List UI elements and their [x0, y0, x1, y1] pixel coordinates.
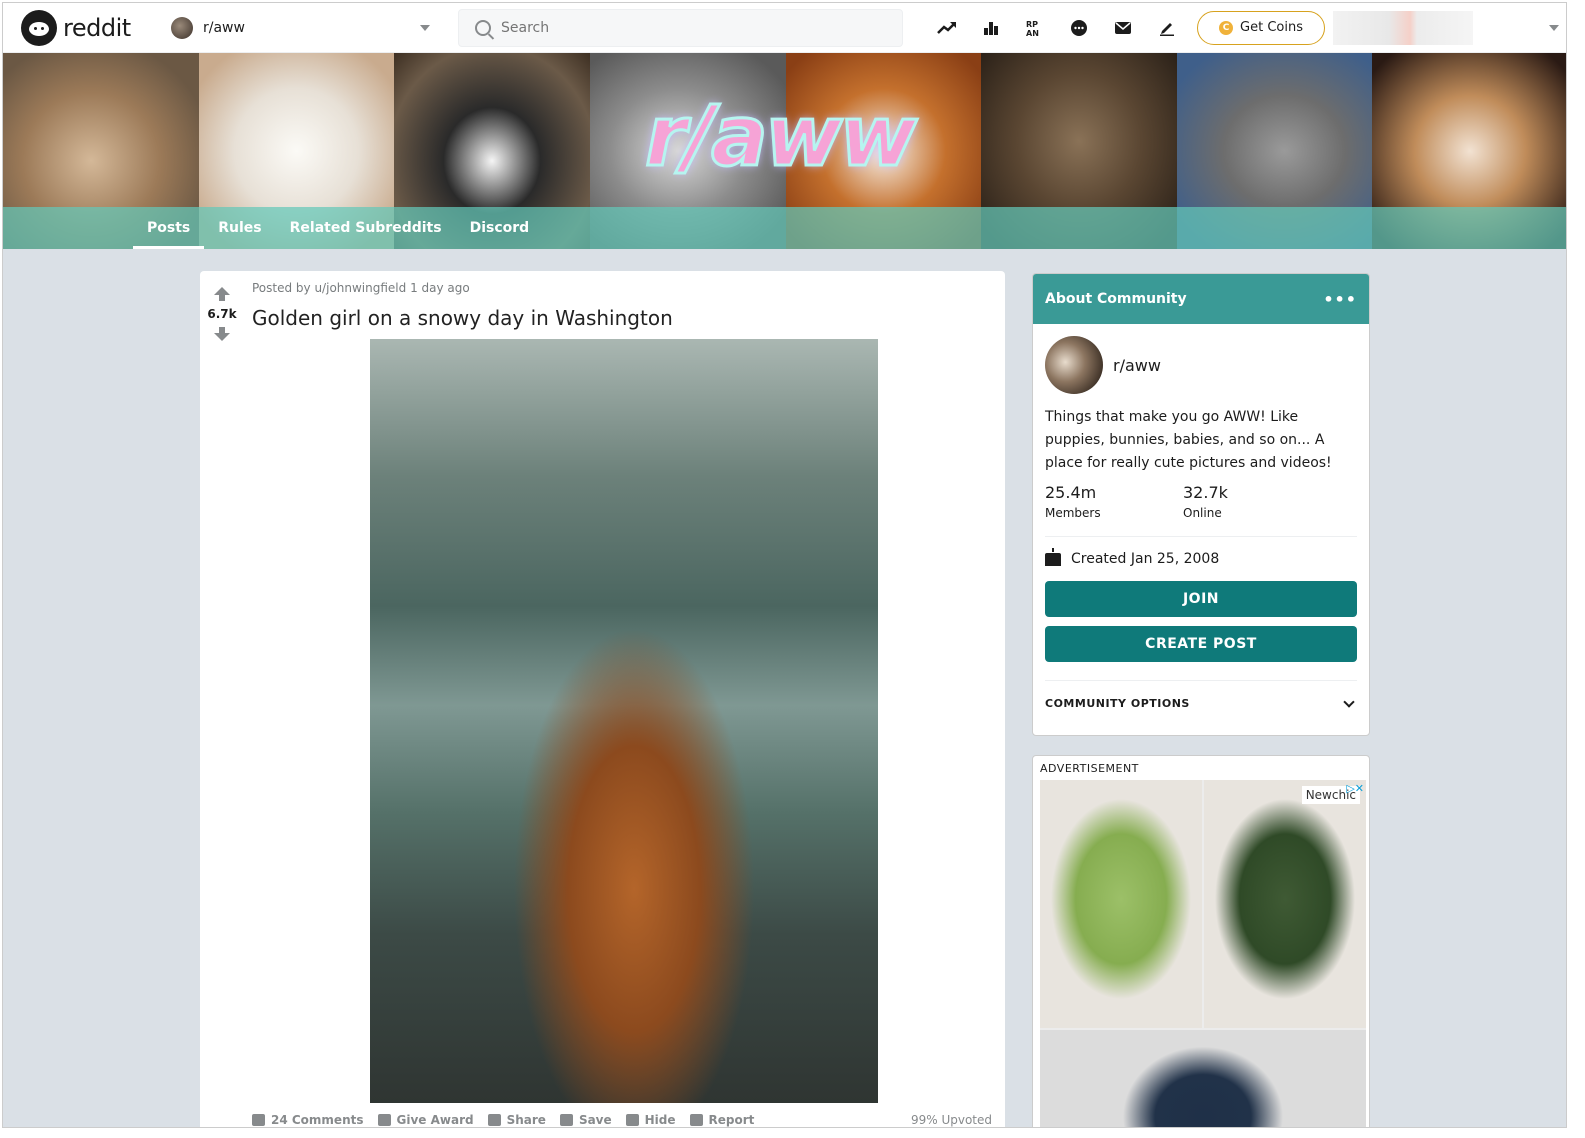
- tab-related-subreddits[interactable]: Related Subreddits: [276, 207, 456, 249]
- online-label: Online: [1183, 506, 1222, 520]
- members-count: 25.4m: [1045, 483, 1097, 502]
- about-community-header: About Community •••: [1033, 274, 1369, 324]
- banner-title: r/aww: [644, 86, 919, 187]
- upvote-icon[interactable]: [214, 287, 230, 295]
- mail-icon[interactable]: [1101, 12, 1145, 44]
- hide-label: Hide: [644, 1113, 676, 1127]
- vote-count: 6.7k: [207, 307, 237, 321]
- more-options-icon[interactable]: •••: [1323, 290, 1357, 309]
- join-button[interactable]: JOIN: [1045, 581, 1357, 617]
- search-input[interactable]: [501, 19, 861, 36]
- tab-posts[interactable]: Posts: [133, 207, 205, 249]
- community-avatar: [171, 16, 193, 39]
- share-icon: [487, 1114, 501, 1126]
- community-options-toggle[interactable]: COMMUNITY OPTIONS: [1045, 680, 1357, 710]
- coin-icon: C: [1219, 20, 1234, 35]
- subreddit-banner: r/aww Posts Rules Related Subreddits Dis…: [3, 53, 1566, 249]
- online-count: 32.7k: [1183, 483, 1228, 502]
- get-coins-button[interactable]: C Get Coins: [1197, 10, 1325, 45]
- subreddit-tabs: Posts Rules Related Subreddits Discord: [133, 207, 543, 249]
- chat-icon[interactable]: [1057, 12, 1101, 44]
- post-meta: Posted by u/johnwingfield 1 day ago: [252, 281, 470, 295]
- about-community-card: About Community ••• r/aww Things that ma…: [1032, 273, 1370, 736]
- dark-green-shirt-image: [1204, 780, 1366, 1028]
- all-icon[interactable]: [969, 12, 1013, 44]
- give-award-button[interactable]: Give Award: [377, 1113, 474, 1127]
- save-icon: [559, 1114, 573, 1126]
- caret-down-icon: [420, 24, 430, 31]
- advertisement-card: ADVERTISEMENT Newchic ▷✕: [1032, 755, 1370, 1127]
- upvoted-percentage: 99% Upvoted: [910, 1113, 992, 1127]
- post-card: 6.7k Posted by u/johnwingfield 1 day ago…: [200, 271, 1005, 1127]
- chevron-down-icon: [1343, 695, 1355, 708]
- share-button[interactable]: Share: [487, 1113, 546, 1127]
- community-avatar-large: [1045, 336, 1103, 394]
- rpan-icon[interactable]: RP AN: [1013, 12, 1057, 44]
- create-post-icon[interactable]: [1145, 12, 1189, 44]
- advertisement-image[interactable]: Newchic ▷✕: [1040, 780, 1366, 1127]
- give-award-label: Give Award: [396, 1113, 474, 1127]
- hide-icon: [625, 1114, 639, 1126]
- popular-icon[interactable]: [925, 12, 969, 44]
- post-image[interactable]: [370, 339, 878, 1103]
- advertisement-label: ADVERTISEMENT: [1040, 762, 1139, 775]
- vote-column: 6.7k: [200, 281, 244, 341]
- subreddit-nav: Posts Rules Related Subreddits Discord: [3, 207, 1566, 249]
- community-options-label: COMMUNITY OPTIONS: [1045, 697, 1190, 710]
- members-label: Members: [1045, 506, 1101, 520]
- green-shirt-image: [1040, 780, 1202, 1028]
- report-label: Report: [708, 1113, 755, 1127]
- community-switcher[interactable]: r/aww: [163, 10, 438, 46]
- gift-icon: [377, 1114, 391, 1126]
- community-description: Things that make you go AWW! Like puppie…: [1045, 409, 1332, 471]
- header-icons: RP AN C Get Coins: [925, 10, 1559, 45]
- community-identity: r/aww: [1045, 336, 1357, 394]
- reddit-alien-icon: [21, 9, 57, 46]
- search-bar[interactable]: [458, 8, 903, 47]
- user-menu[interactable]: [1333, 10, 1473, 45]
- pants-image: [1040, 1030, 1366, 1127]
- share-label: Share: [506, 1113, 546, 1127]
- ad-close-icon[interactable]: ▷✕: [1346, 782, 1364, 795]
- user-menu-caret-icon[interactable]: [1549, 24, 1559, 31]
- members-stat: 25.4m Members: [1045, 483, 1183, 520]
- comment-icon: [252, 1114, 265, 1126]
- hide-button[interactable]: Hide: [625, 1113, 676, 1127]
- save-label: Save: [578, 1113, 612, 1127]
- flag-icon: [689, 1114, 703, 1126]
- divider: [1045, 536, 1357, 537]
- svg-text:RP: RP: [1026, 20, 1038, 29]
- tab-rules[interactable]: Rules: [204, 207, 275, 249]
- reddit-logo[interactable]: reddit: [21, 9, 151, 46]
- post-title[interactable]: Golden girl on a snowy day in Washington: [252, 306, 673, 330]
- report-button[interactable]: Report: [689, 1113, 755, 1127]
- upvote-stem: [219, 295, 225, 301]
- create-post-button[interactable]: CREATE POST: [1045, 626, 1357, 662]
- community-name[interactable]: r/aww: [1113, 356, 1161, 375]
- post-actions: 24 Comments Give Award Share Save Hide R…: [252, 1113, 992, 1127]
- created-date-label: Created Jan 25, 2008: [1071, 551, 1220, 567]
- community-stats: 25.4m Members 32.7k Online: [1045, 483, 1357, 520]
- comments-label: 24 Comments: [271, 1113, 364, 1127]
- online-stat: 32.7k Online: [1183, 483, 1321, 520]
- logo-text: reddit: [63, 13, 131, 42]
- browser-frame: reddit r/aww RPAN: [2, 2, 1567, 1128]
- svg-text:AN: AN: [1026, 29, 1039, 37]
- cake-icon: [1045, 547, 1061, 566]
- tab-discord[interactable]: Discord: [456, 207, 544, 249]
- save-button[interactable]: Save: [559, 1113, 612, 1127]
- about-community-body: r/aww Things that make you go AWW! Like …: [1033, 324, 1369, 722]
- downvote-icon[interactable]: [214, 333, 230, 341]
- about-community-title: About Community: [1045, 291, 1187, 307]
- top-header: reddit r/aww RPAN: [3, 3, 1566, 53]
- created-date: Created Jan 25, 2008: [1045, 547, 1357, 567]
- community-switcher-label: r/aww: [203, 19, 245, 36]
- search-icon: [475, 19, 491, 36]
- comments-button[interactable]: 24 Comments: [252, 1113, 364, 1127]
- get-coins-label: Get Coins: [1240, 20, 1303, 35]
